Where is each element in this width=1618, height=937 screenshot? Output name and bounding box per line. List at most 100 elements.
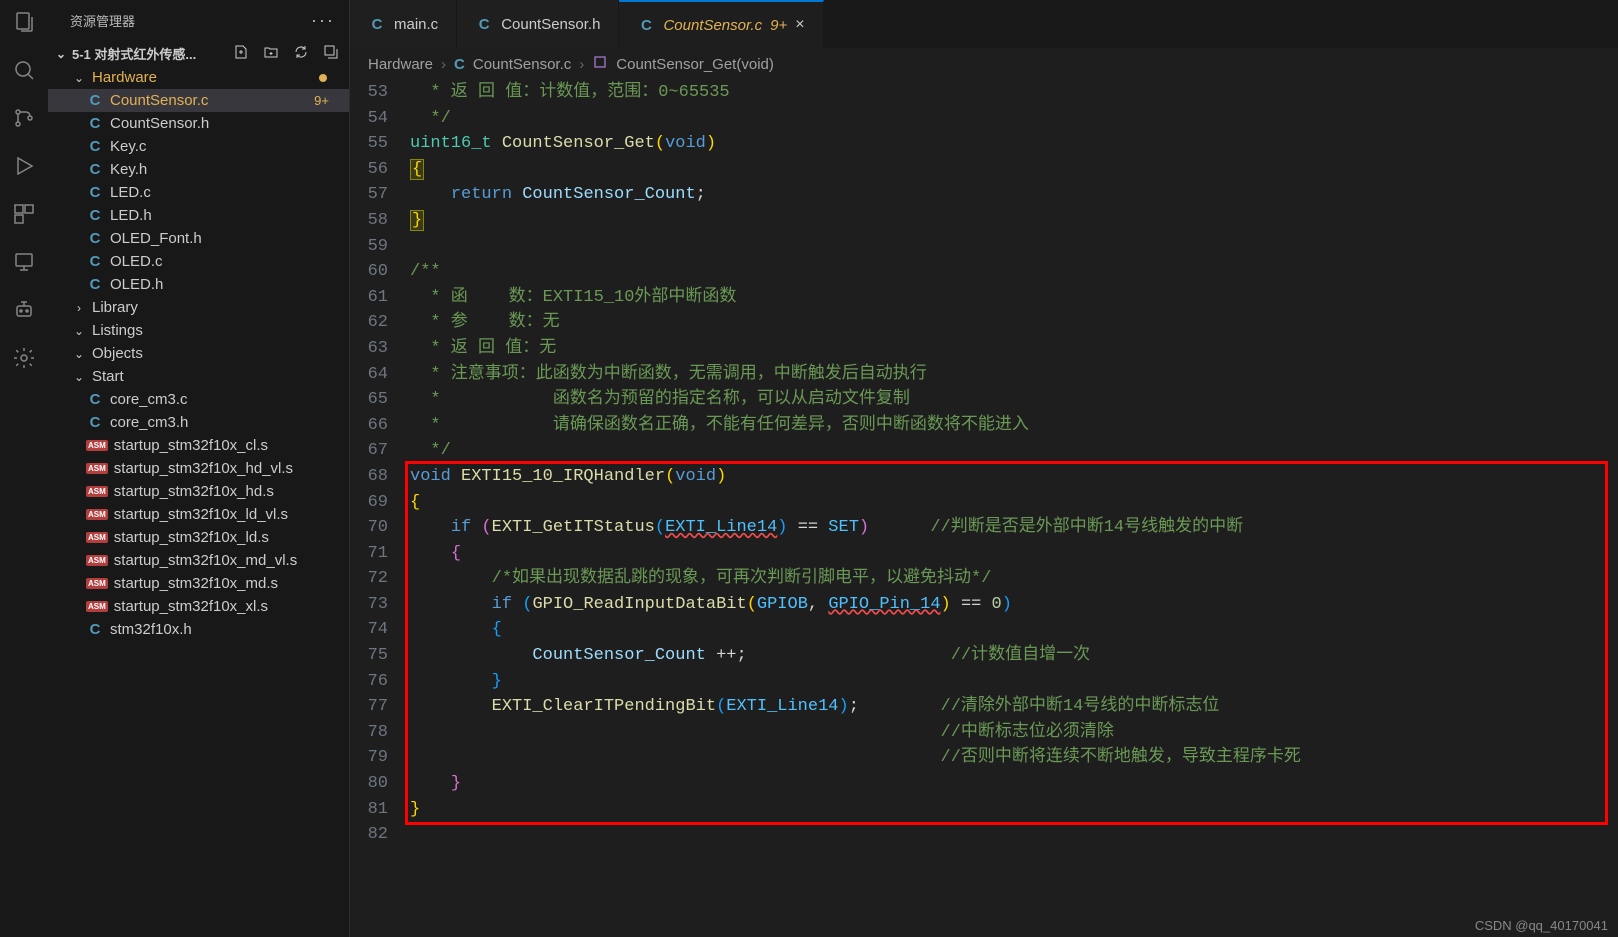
code-line-60[interactable]: /** — [410, 259, 1618, 285]
c-file-icon: C — [86, 276, 104, 293]
sidebar-more-icon[interactable]: ··· — [311, 10, 335, 31]
file-CountSensor.h[interactable]: CCountSensor.h — [48, 112, 349, 135]
file-Key.h[interactable]: CKey.h — [48, 158, 349, 181]
code-line-72[interactable]: /*如果出现数据乱跳的现象，可再次判断引脚电平，以避免抖动*/ — [410, 566, 1618, 592]
run-icon[interactable] — [10, 152, 38, 180]
code-line-64[interactable]: * 注意事项：此函数为中断函数，无需调用，中断触发后自动执行 — [410, 362, 1618, 388]
code-line-76[interactable]: } — [410, 669, 1618, 695]
files-icon[interactable] — [10, 8, 38, 36]
code-line-69[interactable]: { — [410, 490, 1618, 516]
breadcrumb-item[interactable]: Hardware — [368, 56, 433, 73]
c-file-icon: C — [86, 161, 104, 178]
folder-listings[interactable]: ⌄Listings — [48, 319, 349, 342]
file-LED.c[interactable]: CLED.c — [48, 181, 349, 204]
item-label: Objects — [92, 345, 143, 362]
refresh-icon[interactable] — [293, 44, 309, 63]
file-tree: ⌄HardwareCCountSensor.c9+CCountSensor.hC… — [48, 66, 349, 937]
line-number: 75 — [350, 643, 388, 669]
collapse-icon[interactable] — [323, 44, 339, 63]
file-startup_stm32f10x_cl.s[interactable]: ASMstartup_stm32f10x_cl.s — [48, 434, 349, 457]
robot-icon[interactable] — [10, 296, 38, 324]
new-file-icon[interactable] — [233, 44, 249, 63]
code-editor[interactable]: 5354555657585960616263646566676869707172… — [350, 80, 1618, 937]
code-line-57[interactable]: return CountSensor_Count; — [410, 182, 1618, 208]
folder-library[interactable]: ›Library — [48, 296, 349, 319]
file-OLED.h[interactable]: COLED.h — [48, 273, 349, 296]
keil-icon[interactable] — [10, 248, 38, 276]
file-OLED_Font.h[interactable]: C OLED_Font.h — [48, 227, 349, 250]
line-number: 82 — [350, 822, 388, 848]
chevron-down-icon: ⌄ — [54, 47, 68, 61]
tab-CountSensor.h[interactable]: CCountSensor.h — [457, 0, 619, 48]
file-startup_stm32f10x_hd_vl.s[interactable]: ASMstartup_stm32f10x_hd_vl.s — [48, 457, 349, 480]
line-number: 76 — [350, 669, 388, 695]
line-number: 54 — [350, 106, 388, 132]
extensions-icon[interactable] — [10, 200, 38, 228]
file-CountSensor.c[interactable]: CCountSensor.c9+ — [48, 89, 349, 112]
code-content[interactable]: * 返 回 值：计数值，范围：0~65535 */uint16_t CountS… — [410, 80, 1618, 937]
item-label: CountSensor.c — [110, 92, 208, 109]
tab-CountSensor.c[interactable]: CCountSensor.c9+× — [619, 0, 823, 48]
file-Key.c[interactable]: CKey.c — [48, 135, 349, 158]
code-line-78[interactable]: //中断标志位必须清除 — [410, 720, 1618, 746]
code-line-73[interactable]: if (GPIO_ReadInputDataBit(GPIOB, GPIO_Pi… — [410, 592, 1618, 618]
item-label: startup_stm32f10x_hd.s — [114, 483, 274, 500]
file-startup_stm32f10x_ld_vl.s[interactable]: ASMstartup_stm32f10x_ld_vl.s — [48, 503, 349, 526]
asm-file-icon: ASM — [86, 509, 108, 520]
new-folder-icon[interactable] — [263, 44, 279, 63]
line-number: 78 — [350, 720, 388, 746]
breadcrumb-item[interactable]: CountSensor.c — [473, 56, 571, 73]
code-line-55[interactable]: uint16_t CountSensor_Get(void) — [410, 131, 1618, 157]
code-line-63[interactable]: * 返 回 值：无 — [410, 336, 1618, 362]
code-line-65[interactable]: * 函数名为预留的指定名称，可以从启动文件复制 — [410, 387, 1618, 413]
code-line-75[interactable]: CountSensor_Count ++; //计数值自增一次 — [410, 643, 1618, 669]
folder-start[interactable]: ⌄Start — [48, 365, 349, 388]
code-line-59[interactable] — [410, 234, 1618, 260]
file-OLED.c[interactable]: COLED.c — [48, 250, 349, 273]
code-line-80[interactable]: } — [410, 771, 1618, 797]
c-file-icon: C — [86, 230, 104, 247]
code-line-54[interactable]: */ — [410, 106, 1618, 132]
code-line-81[interactable]: } — [410, 797, 1618, 823]
code-line-56[interactable]: { — [410, 157, 1618, 183]
code-line-67[interactable]: */ — [410, 438, 1618, 464]
file-stm32f10x.h[interactable]: Cstm32f10x.h — [48, 618, 349, 641]
project-root[interactable]: ⌄ 5-1 对射式红外传感... — [54, 44, 196, 63]
close-icon[interactable]: × — [795, 16, 804, 34]
file-core_cm3.h[interactable]: Ccore_cm3.h — [48, 411, 349, 434]
item-label: Key.c — [110, 138, 146, 155]
file-startup_stm32f10x_md_vl.s[interactable]: ASMstartup_stm32f10x_md_vl.s — [48, 549, 349, 572]
chevron-down-icon: ⌄ — [72, 347, 86, 361]
code-line-68[interactable]: void EXTI15_10_IRQHandler(void) — [410, 464, 1618, 490]
search-icon[interactable] — [10, 56, 38, 84]
code-line-77[interactable]: EXTI_ClearITPendingBit(EXTI_Line14); //清… — [410, 694, 1618, 720]
code-line-61[interactable]: * 函 数：EXTI15_10外部中断函数 — [410, 285, 1618, 311]
folder-objects[interactable]: ⌄ Objects — [48, 342, 349, 365]
source-control-icon[interactable] — [10, 104, 38, 132]
file-startup_stm32f10x_md.s[interactable]: ASMstartup_stm32f10x_md.s — [48, 572, 349, 595]
item-label: Hardware — [92, 69, 157, 86]
settings-icon[interactable] — [10, 344, 38, 372]
code-line-53[interactable]: * 返 回 值：计数值，范围：0~65535 — [410, 80, 1618, 106]
folder-hardware[interactable]: ⌄Hardware — [48, 66, 349, 89]
file-LED.h[interactable]: C LED.h — [48, 204, 349, 227]
item-label: LED.h — [110, 207, 152, 224]
code-line-82[interactable] — [410, 822, 1618, 848]
file-core_cm3.c[interactable]: Ccore_cm3.c — [48, 388, 349, 411]
tab-main.c[interactable]: Cmain.c — [350, 0, 457, 48]
line-number: 53 — [350, 80, 388, 106]
breadcrumb-item[interactable]: CountSensor_Get(void) — [616, 56, 774, 73]
code-line-70[interactable]: if (EXTI_GetITStatus(EXTI_Line14) == SET… — [410, 515, 1618, 541]
code-line-79[interactable]: //否则中断将连续不断地触发，导致主程序卡死 — [410, 745, 1618, 771]
code-line-71[interactable]: { — [410, 541, 1618, 567]
file-startup_stm32f10x_ld.s[interactable]: ASMstartup_stm32f10x_ld.s — [48, 526, 349, 549]
item-label: OLED_Font.h — [110, 230, 202, 247]
code-line-62[interactable]: * 参 数：无 — [410, 310, 1618, 336]
file-startup_stm32f10x_hd.s[interactable]: ASMstartup_stm32f10x_hd.s — [48, 480, 349, 503]
code-line-58[interactable]: } — [410, 208, 1618, 234]
code-line-74[interactable]: { — [410, 617, 1618, 643]
file-startup_stm32f10x_xl.s[interactable]: ASMstartup_stm32f10x_xl.s — [48, 595, 349, 618]
code-line-66[interactable]: * 请确保函数名正确，不能有任何差异，否则中断函数将不能进入 — [410, 413, 1618, 439]
c-file-icon: C — [86, 207, 104, 224]
c-file-icon: C — [475, 16, 493, 33]
